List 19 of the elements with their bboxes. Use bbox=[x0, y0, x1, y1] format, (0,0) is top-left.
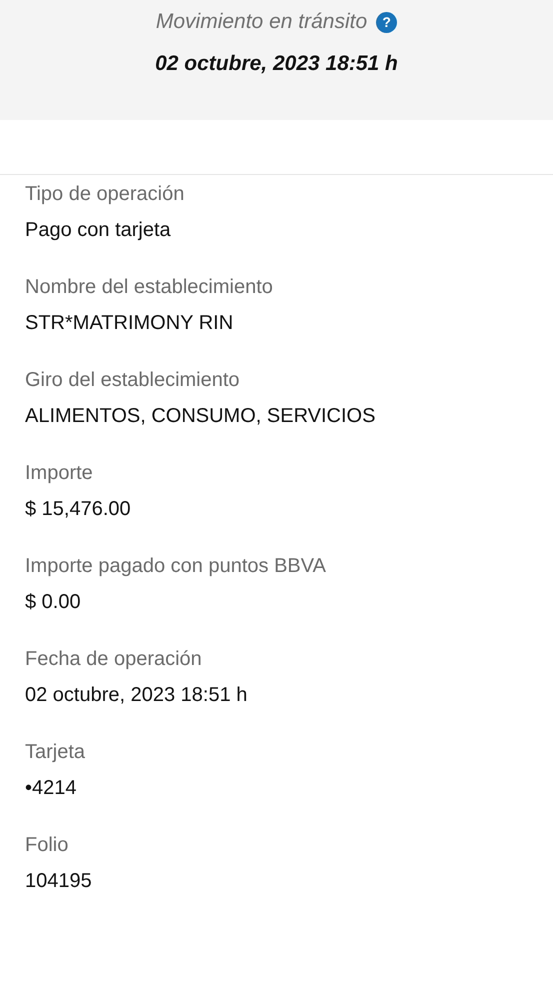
field-value: •4214 bbox=[25, 776, 78, 801]
field-value: STR*MATRIMONY RIN bbox=[25, 311, 234, 336]
field-value: ALIMENTOS, CONSUMO, SERVICIOS bbox=[25, 404, 376, 429]
field-label: Giro del establecimiento bbox=[25, 368, 241, 393]
field-label: Importe pagado con puntos BBVA bbox=[25, 554, 327, 579]
field-value: $ 15,476.00 bbox=[25, 497, 132, 522]
field-value: $ 0.00 bbox=[25, 590, 82, 615]
field-value: 104195 bbox=[25, 869, 93, 894]
movement-date: 02 octubre, 2023 18:51 h bbox=[155, 52, 398, 76]
field-label: Importe bbox=[25, 461, 94, 486]
transit-status: Movimiento en tránsito bbox=[156, 10, 368, 34]
field-label: Fecha de operación bbox=[25, 647, 203, 672]
field-label: Tarjeta bbox=[25, 740, 86, 765]
field-value: 02 octubre, 2023 18:51 h bbox=[25, 683, 248, 708]
help-icon[interactable]: ? bbox=[376, 12, 398, 32]
field-label: Tipo de operación bbox=[25, 182, 186, 207]
field-value: Pago con tarjeta bbox=[25, 218, 172, 243]
field-label: Nombre del establecimiento bbox=[25, 275, 274, 300]
field-label: Folio bbox=[25, 833, 70, 858]
